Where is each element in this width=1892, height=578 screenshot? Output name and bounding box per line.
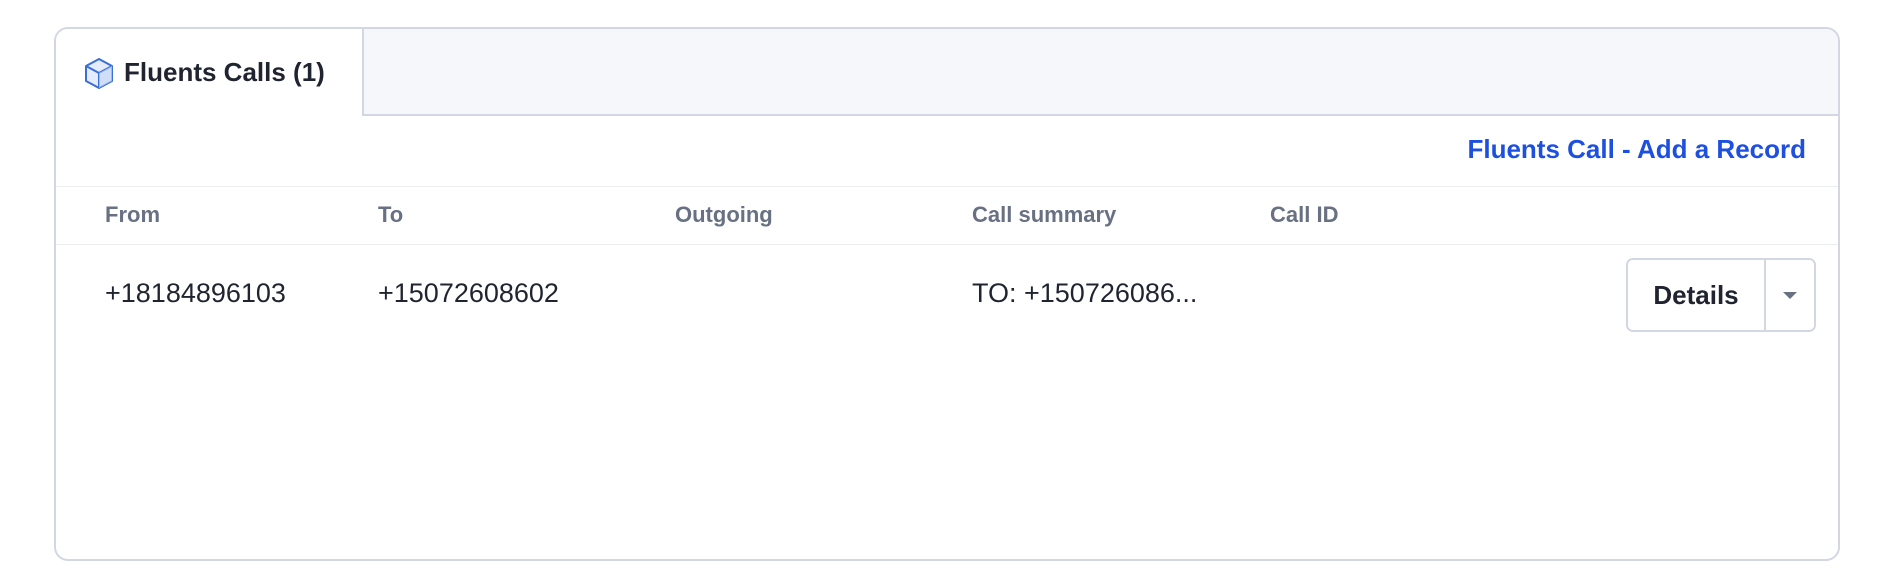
tab-fluents-calls[interactable]: Fluents Calls (1) <box>56 29 364 116</box>
action-row: Fluents Call - Add a Record <box>56 116 1838 187</box>
table-row: +18184896103 +15072608602 TO: +150726086… <box>56 244 1838 354</box>
row-menu-button[interactable] <box>1766 260 1814 330</box>
column-header-call-id: Call ID <box>1270 202 1339 227</box>
add-record-link[interactable]: Fluents Call - Add a Record <box>1467 134 1806 165</box>
table-header: From To Outgoing Call summary Call ID <box>56 186 1838 245</box>
cube-icon <box>84 57 114 89</box>
tab-bar: Fluents Calls (1) <box>56 29 1838 116</box>
cell-to: +15072608602 <box>378 278 559 308</box>
column-header-from: From <box>105 202 160 227</box>
related-list-panel: Fluents Calls (1) Fluents Call - Add a R… <box>54 27 1840 561</box>
cell-call-summary: TO: +150726086... <box>972 278 1198 308</box>
column-header-to: To <box>378 202 404 227</box>
tab-label: Fluents Calls (1) <box>124 57 325 87</box>
row-action-group: Details <box>1626 258 1816 332</box>
cell-from: +18184896103 <box>105 278 286 308</box>
details-button[interactable]: Details <box>1628 260 1766 330</box>
caret-down-icon <box>1782 288 1798 303</box>
column-header-call-summary: Call summary <box>972 202 1117 227</box>
column-header-outgoing: Outgoing <box>675 202 773 227</box>
